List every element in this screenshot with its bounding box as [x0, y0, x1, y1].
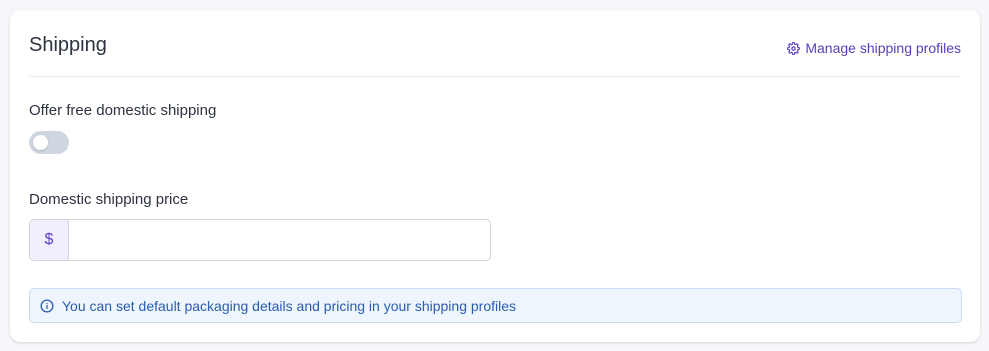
- manage-shipping-profiles-link[interactable]: Manage shipping profiles: [787, 40, 961, 56]
- shipping-price-label: Domestic shipping price: [29, 191, 189, 208]
- card-title: Shipping: [29, 34, 107, 56]
- gear-icon: [787, 41, 801, 55]
- free-shipping-toggle[interactable]: [29, 131, 69, 154]
- free-shipping-label: Offer free domestic shipping: [29, 102, 217, 119]
- manage-link-label: Manage shipping profiles: [805, 40, 961, 56]
- shipping-card: Shipping Manage shipping profiles Offer …: [10, 10, 980, 342]
- currency-prefix: $: [30, 220, 69, 260]
- shipping-price-input[interactable]: [69, 220, 490, 260]
- info-icon: [40, 299, 54, 312]
- card-header: Shipping Manage shipping profiles: [29, 10, 961, 77]
- shipping-price-group: $: [29, 219, 491, 261]
- info-text: You can set default packaging details an…: [62, 297, 517, 314]
- toggle-knob: [33, 135, 48, 150]
- info-banner: You can set default packaging details an…: [29, 288, 962, 323]
